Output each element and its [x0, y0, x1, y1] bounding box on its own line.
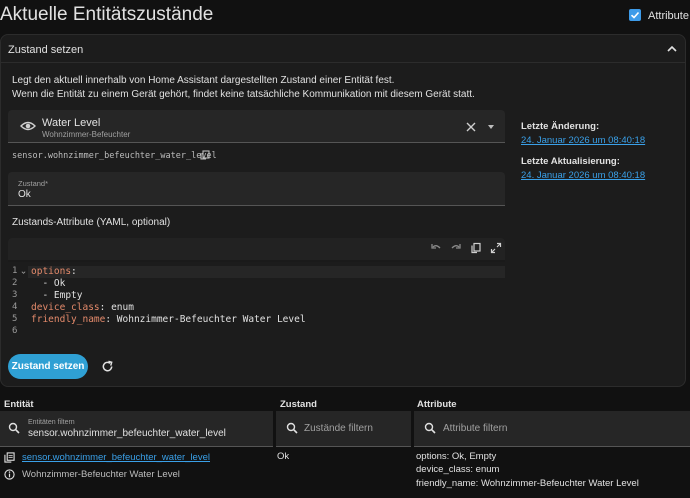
code-line: - Empty	[31, 290, 82, 301]
yaml-rest: - Ok	[31, 278, 66, 289]
yaml-key: friendly_name	[31, 314, 106, 325]
yaml-rest: : enum	[99, 302, 134, 313]
yaml-key: options	[31, 266, 72, 277]
code-line: device_class: enum	[31, 302, 134, 313]
last-changed-label: Letzte Änderung:	[521, 121, 600, 132]
yaml-rest: :	[71, 266, 77, 277]
column-header-attributes[interactable]: Attribute	[417, 399, 457, 410]
check-icon	[630, 11, 640, 19]
redo-icon[interactable]	[450, 242, 462, 254]
entity-filter-value[interactable]: sensor.wohnzimmer_befeuchter_water_level	[28, 428, 226, 439]
copy-code-icon[interactable]	[470, 242, 482, 254]
state-input-value[interactable]: Ok	[18, 189, 31, 200]
state-input[interactable]	[8, 172, 505, 206]
line-number: 6	[12, 326, 18, 336]
active-line-highlight	[28, 266, 505, 278]
row-entity-id-link[interactable]: sensor.wohnzimmer_befeuchter_water_level	[22, 452, 210, 463]
page-title: Aktuelle Entitätszustände	[0, 4, 214, 25]
yaml-attributes-label: Zustands-Attribute (YAML, optional)	[12, 217, 171, 228]
last-updated-value[interactable]: 24. Januar 2026 um 08:40:18	[521, 170, 645, 181]
set-state-button[interactable]: Zustand setzen	[8, 354, 88, 379]
row-friendly-name: Wohnzimmer-Befeuchter Water Level	[22, 469, 180, 480]
fullscreen-icon[interactable]	[490, 242, 502, 254]
column-header-state[interactable]: Zustand	[280, 399, 317, 410]
attribute-filter-placeholder[interactable]: Attribute filtern	[443, 423, 507, 434]
refresh-icon[interactable]	[101, 360, 114, 373]
entity-picker-device: Wohnzimmer-Befeuchter	[42, 130, 131, 139]
yaml-rest: - Empty	[31, 290, 83, 301]
line-number: 2	[12, 278, 18, 288]
undo-icon[interactable]	[430, 242, 442, 254]
chevron-up-icon[interactable]	[666, 43, 678, 55]
row-state: Ok	[277, 451, 290, 462]
card-divider	[0, 62, 686, 63]
last-changed-value[interactable]: 24. Januar 2026 um 08:40:18	[521, 135, 645, 146]
entity-filter-label: Entitäten filtern	[28, 419, 75, 426]
line-number: 5	[12, 314, 18, 324]
attributes-checkbox[interactable]	[629, 9, 641, 21]
search-icon	[286, 422, 298, 434]
description-line-1: Legt den aktuell innerhalb von Home Assi…	[12, 75, 395, 86]
dropdown-caret-icon[interactable]	[488, 125, 494, 129]
code-line: friendly_name: Wohnzimmer-Befeuchter Wat…	[31, 314, 306, 325]
state-filter-placeholder[interactable]: Zustände filtern	[304, 423, 373, 434]
line-number: 3	[12, 290, 18, 300]
line-number: 4	[12, 302, 18, 312]
fold-chevron-icon[interactable]	[21, 270, 26, 275]
column-header-entity[interactable]: Entität	[4, 399, 34, 410]
search-icon	[424, 422, 436, 434]
code-line: - Ok	[31, 278, 65, 289]
copy-entity-icon[interactable]	[4, 452, 15, 463]
clear-icon[interactable]	[466, 122, 476, 132]
row-attribute: options: Ok, Empty	[416, 451, 497, 462]
yaml-key: device_class	[31, 302, 100, 313]
entity-id-text: sensor.wohnzimmer_befeuchter_water_level	[12, 151, 217, 161]
search-icon	[8, 422, 20, 434]
state-input-label: Zustand*	[18, 179, 49, 188]
description-line-2: Wenn die Entität zu einem Gerät gehört, …	[12, 89, 475, 100]
eye-icon	[20, 121, 36, 131]
entity-picker-name: Water Level	[42, 117, 101, 129]
info-icon[interactable]	[4, 469, 15, 480]
attributes-checkbox-label[interactable]: Attribute	[648, 10, 689, 22]
code-line: options:	[31, 266, 77, 277]
row-attribute: device_class: enum	[416, 464, 500, 475]
last-updated-label: Letzte Aktualisierung:	[521, 156, 620, 167]
row-attribute: friendly_name: Wohnzimmer-Befeuchter Wat…	[416, 478, 639, 489]
copy-icon[interactable]	[200, 150, 210, 160]
yaml-rest: : Wohnzimmer-Befeuchter Water Level	[105, 314, 306, 325]
set-state-card-title[interactable]: Zustand setzen	[8, 44, 83, 56]
